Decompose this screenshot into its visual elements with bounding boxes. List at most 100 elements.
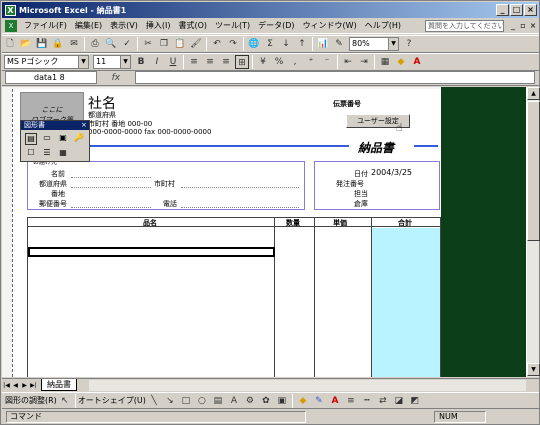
align-right-icon[interactable]: ≡ [219,55,233,69]
redo-icon[interactable]: ↷ [226,37,240,51]
close-icon[interactable]: × [81,121,87,130]
select-objects-icon[interactable]: ↖ [58,394,72,408]
doc-close-button[interactable]: × [528,21,538,31]
sort-asc-icon[interactable]: ↓ [279,37,293,51]
grid-tool-icon[interactable]: ▦ [57,148,69,160]
diagram-icon[interactable]: ⚙ [243,394,257,408]
help-icon[interactable]: ? [402,37,416,51]
selected-cell[interactable] [28,247,275,257]
menu-format[interactable]: 書式(O) [174,20,211,31]
italic-button[interactable]: I [150,55,164,69]
workbook-icon[interactable]: X [5,19,17,32]
sheet-tab[interactable]: 納品書 [41,379,77,391]
postal-code-field[interactable] [71,207,151,208]
last-sheet-icon[interactable]: ▶| [29,380,38,391]
chevron-down-icon[interactable]: ▼ [388,38,398,50]
dash-style-icon[interactable]: ┅ [360,394,374,408]
font-color-icon[interactable]: A [410,55,424,69]
merge-center-icon[interactable]: ⊞ [235,55,249,69]
font-size-select[interactable]: 11 ▼ [93,55,131,69]
arrow-style-icon[interactable]: ⇄ [376,394,390,408]
first-sheet-icon[interactable]: |◀ [2,380,11,391]
font-color-icon[interactable]: A [328,394,342,408]
align-center-icon[interactable]: ≡ [203,55,217,69]
format-painter-icon[interactable]: 🖌 [189,37,203,51]
date-value[interactable]: 2004/3/25 [371,168,412,177]
groupbox-tool-icon[interactable]: ▣ [57,133,69,145]
align-left-icon[interactable]: ≡ [187,55,201,69]
cut-icon[interactable]: ✂ [141,37,155,51]
scroll-down-icon[interactable]: ▼ [527,363,540,376]
drawing-icon[interactable]: ✎ [332,37,346,51]
chevron-down-icon[interactable]: ▼ [120,56,130,68]
new-icon[interactable]: 🗋 [3,37,17,51]
doc-minimize-button[interactable]: _ [508,21,518,31]
chart-wizard-icon[interactable]: 📊 [316,37,330,51]
menu-help[interactable]: ヘルプ(H) [361,20,405,31]
formula-input[interactable] [135,71,535,84]
name-box[interactable]: data1 8 [5,71,97,84]
increase-decimal-icon[interactable]: ⁺ [304,55,318,69]
underline-button[interactable]: U [166,55,180,69]
menu-file[interactable]: ファイル(F) [20,20,71,31]
draw-menu[interactable]: 図形の調整(R) [5,395,57,406]
font-name-select[interactable]: MS Pゴシック ▼ [4,55,89,69]
menu-window[interactable]: ウィンドウ(W) [299,20,361,31]
doc-restore-button[interactable]: ▫ [518,21,528,31]
forms-toolbar-title[interactable]: 図形書 [21,121,89,130]
decrease-decimal-icon[interactable]: ⁻ [320,55,334,69]
menu-edit[interactable]: 編集(E) [71,20,106,31]
permission-icon[interactable]: 🔒 [51,37,65,51]
checkbox-tool-icon[interactable]: ☐ [25,148,37,160]
tel-field[interactable] [181,207,299,208]
autosum-icon[interactable]: Σ [263,37,277,51]
borders-icon[interactable]: ▦ [378,55,392,69]
open-icon[interactable]: 📂 [19,37,33,51]
undo-icon[interactable]: ↶ [210,37,224,51]
fill-color-icon[interactable]: ◆ [394,55,408,69]
clipart-icon[interactable]: ✿ [259,394,273,408]
next-sheet-icon[interactable]: ▶ [20,380,29,391]
print-preview-icon[interactable]: 🔍 [104,37,118,51]
prefecture-field[interactable] [71,187,151,188]
picture-icon[interactable]: ▣ [275,394,289,408]
excel-app-icon[interactable]: X [5,4,16,16]
fx-icon[interactable]: fx [112,73,121,83]
close-button[interactable]: × [524,4,537,16]
shadow-icon[interactable]: ◪ [392,394,406,408]
autoshapes-menu[interactable]: オートシェイプ(U) [78,395,146,406]
city-field[interactable] [181,187,299,188]
line-tool-icon[interactable]: ╲ [147,394,161,408]
comma-button[interactable]: , [288,55,302,69]
chevron-down-icon[interactable]: ▼ [78,56,88,68]
editbox-tool-icon[interactable]: ▭ [41,133,53,145]
copy-icon[interactable]: ❐ [157,37,171,51]
wordart-icon[interactable]: A [227,394,241,408]
textbox-tool-icon[interactable]: ▤ [211,394,225,408]
vertical-scrollbar[interactable]: ▲ ▼ [526,87,540,377]
3d-icon[interactable]: ◩ [408,394,422,408]
fill-color-icon[interactable]: ◆ [296,394,310,408]
scroll-up-icon[interactable]: ▲ [527,87,540,100]
menu-insert[interactable]: 挿入(I) [142,20,175,31]
currency-icon[interactable]: ¥ [256,55,270,69]
help-search-input[interactable]: 質問を入力してください [425,20,504,32]
title-bar[interactable]: X Microsoft Excel - 納品書1 _ □ × [2,2,539,18]
name-field[interactable] [71,177,151,178]
minimize-button[interactable]: _ [496,4,509,16]
hyperlink-icon[interactable]: 🌐 [247,37,261,51]
mail-icon[interactable]: ✉ [67,37,81,51]
bold-button[interactable]: B [134,55,148,69]
save-icon[interactable]: 💾 [35,37,49,51]
arrow-tool-icon[interactable]: ↘ [163,394,177,408]
rectangle-tool-icon[interactable]: □ [179,394,193,408]
oval-tool-icon[interactable]: ○ [195,394,209,408]
key-icon[interactable]: 🔑 [73,133,85,145]
outdent-icon[interactable]: ⇤ [341,55,355,69]
sort-desc-icon[interactable]: ↑ [295,37,309,51]
maximize-button[interactable]: □ [510,4,523,16]
listbox-tool-icon[interactable]: ☰ [41,148,53,160]
zoom-select[interactable]: 80% ▼ [349,37,399,51]
worksheet-area[interactable]: ここに ロゴマーク等 社名 都道府県 市町村 番地 000-00 000-000… [2,87,526,377]
percent-button[interactable]: % [272,55,286,69]
